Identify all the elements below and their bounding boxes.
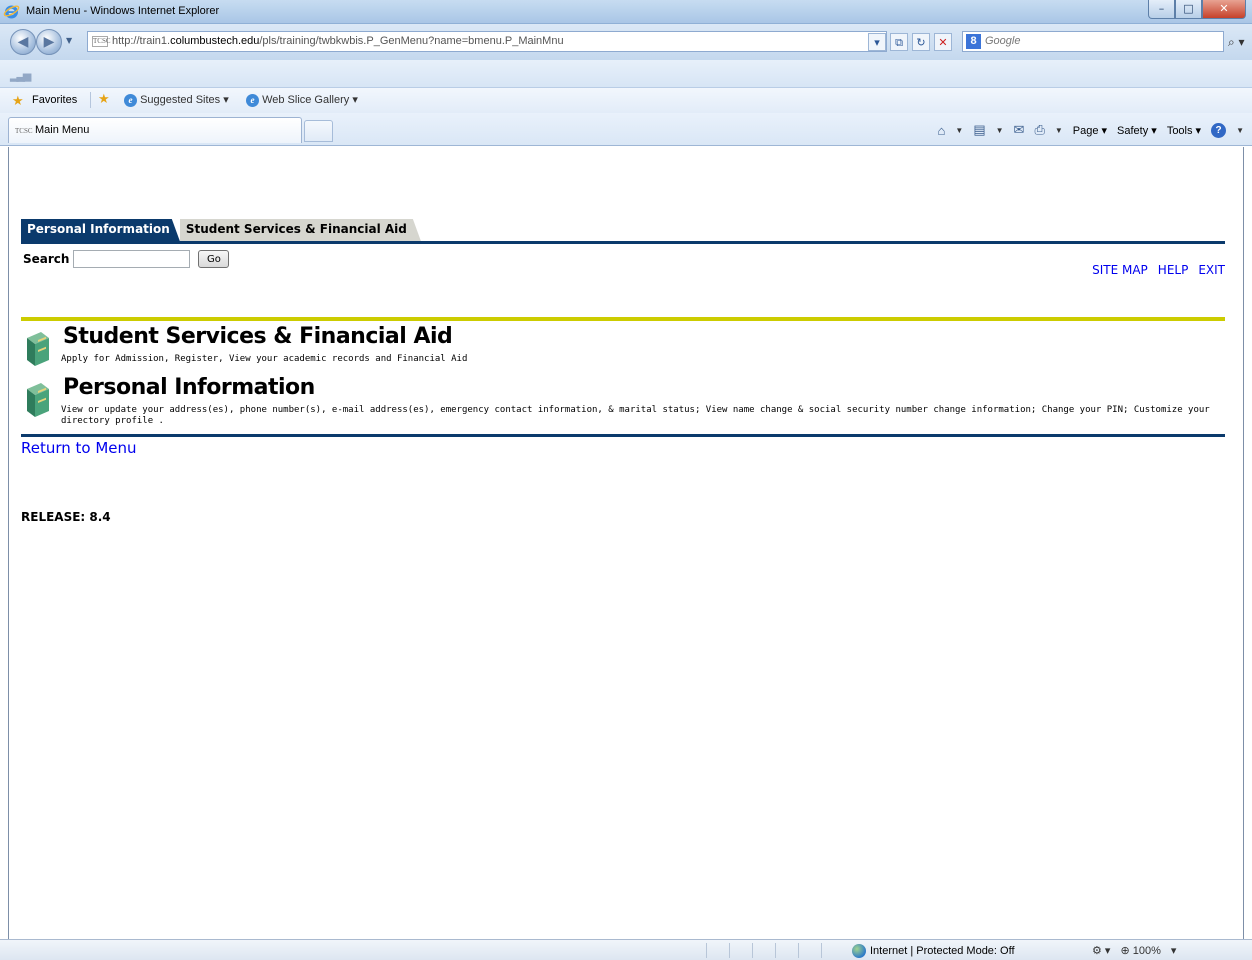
minimize-button[interactable]: – [1148, 0, 1175, 19]
window-controls: – □ ✕ [1148, 0, 1246, 19]
suggested-sites-link[interactable]: e Suggested Sites ▾ [124, 93, 229, 107]
refresh-icon[interactable]: ↻ [912, 33, 930, 51]
ie-page-icon: e [246, 94, 259, 107]
exit-link[interactable]: EXIT [1198, 263, 1225, 277]
compatibility-view-icon[interactable]: ⧉ [890, 33, 908, 51]
print-dropdown-icon[interactable]: ▼ [1055, 126, 1063, 135]
url-domain: columbustech.edu [170, 35, 260, 47]
window-title: Main Menu - Windows Internet Explorer [26, 5, 220, 17]
header-divider [21, 317, 1225, 321]
zoom-control[interactable]: ⊕ 100% [1120, 944, 1160, 957]
search-magnifier-icon[interactable]: ⌕ ▾ [1228, 35, 1245, 50]
browser-tab-bar: TCSC Main Menu ⌂ ▼ ▤ ▼ ✉ ⎙ ▼ Page ▾ Safety ▾… [0, 113, 1252, 146]
search-engine-placeholder: Google [985, 35, 1021, 47]
home-dropdown-icon[interactable]: ▼ [955, 126, 963, 135]
favorites-star-icon[interactable]: ★ [12, 93, 24, 109]
ie-page-icon: e [124, 94, 137, 107]
search-input[interactable] [73, 250, 191, 268]
tools-menu[interactable]: Tools ▾ [1167, 124, 1201, 137]
search-label: Search [23, 252, 70, 266]
internet-explorer-icon [3, 5, 20, 19]
url-prefix: http://train1. [112, 35, 171, 47]
address-dropdown-icon[interactable]: ▾ [868, 33, 886, 51]
favorites-button[interactable]: Favorites [32, 94, 77, 106]
address-bar-actions: ▾ ⧉ ↻ ✕ [868, 33, 952, 51]
security-zone[interactable]: Internet | Protected Mode: Off [852, 944, 1015, 958]
address-toolbar: ◀ ▶ ▼ TCSChttp://train1.columbustech.edu… [0, 24, 1252, 60]
back-arrow-icon: ◀ [17, 34, 29, 50]
status-bar: Internet | Protected Mode: Off ⚙ ▾ ⊕ 100… [0, 939, 1252, 960]
forward-button[interactable]: ▶ [36, 29, 62, 55]
maximize-button[interactable]: □ [1175, 0, 1202, 19]
web-slice-gallery-link[interactable]: e Web Slice Gallery ▾ [246, 93, 358, 107]
student-services-link[interactable]: Student Services & Financial Aid [63, 324, 453, 349]
history-dropdown-icon[interactable]: ▼ [66, 36, 72, 45]
command-bar: ⌂ ▼ ▤ ▼ ✉ ⎙ ▼ Page ▾ Safety ▾ Tools ▾ ? ▼ [938, 122, 1244, 138]
tab-student-services[interactable]: Student Services & Financial Aid [180, 219, 421, 241]
stop-icon[interactable]: ✕ [934, 33, 952, 51]
globe-icon [852, 944, 866, 958]
page-viewport: Personal Information Student Services & … [8, 147, 1244, 939]
toolbar-strip: ▂▃▅ [0, 60, 1252, 88]
status-right: ⚙ ▾ ⊕ 100% ▾ [1092, 944, 1176, 957]
help-dropdown-icon[interactable]: ▼ [1236, 126, 1244, 135]
tab-underline [21, 241, 1225, 244]
menu-item-description: View or update your address(es), phone n… [61, 405, 1210, 426]
go-button[interactable]: Go [198, 250, 230, 268]
feeds-dropdown-icon[interactable]: ▼ [996, 126, 1004, 135]
page-tabs: Personal Information Student Services & … [21, 219, 421, 241]
tab-personal-information[interactable]: Personal Information [21, 219, 180, 241]
favorites-bar: ★ Favorites ★ e Suggested Sites ▾ e Web … [0, 88, 1252, 113]
mail-icon[interactable]: ✉ [1014, 122, 1025, 138]
site-favicon: TCSC [92, 35, 111, 47]
forward-arrow-icon: ▶ [43, 34, 55, 50]
page-menu[interactable]: Page ▾ [1073, 124, 1107, 137]
window-titlebar: Main Menu - Windows Internet Explorer – … [0, 0, 1252, 24]
url-path: /pls/training/twbkwbis.P_GenMenu?name=bm… [259, 35, 564, 47]
add-favorite-icon[interactable]: ★ [98, 91, 110, 107]
browser-tab-label: Main Menu [35, 124, 90, 136]
feeds-icon[interactable]: ▤ [973, 122, 985, 138]
zoom-level: 100% [1132, 945, 1161, 957]
status-panels [706, 943, 844, 958]
top-links: SITE MAP HELP EXIT [1092, 263, 1225, 277]
search-engine-box[interactable]: 8 Google [962, 31, 1224, 52]
page-search: Search Go [23, 250, 230, 268]
site-favicon: TCSC [15, 127, 33, 135]
google-icon: 8 [966, 34, 981, 49]
help-link[interactable]: HELP [1158, 263, 1189, 277]
print-icon[interactable]: ⎙ [1034, 122, 1044, 138]
browser-tab-main-menu[interactable]: TCSC Main Menu [8, 117, 302, 143]
divider [90, 92, 91, 108]
back-button[interactable]: ◀ [10, 29, 36, 55]
help-icon[interactable]: ? [1211, 122, 1227, 138]
personal-information-link[interactable]: Personal Information [63, 375, 315, 400]
release-version: RELEASE: 8.4 [21, 510, 111, 524]
zone-settings-icon[interactable]: ⚙ ▾ [1092, 944, 1110, 957]
file-cabinet-icon[interactable] [23, 381, 51, 417]
file-cabinet-icon[interactable] [23, 330, 51, 366]
signal-bars-icon: ▂▃▅ [10, 69, 31, 82]
return-to-menu-link[interactable]: Return to Menu [21, 439, 137, 457]
site-map-link[interactable]: SITE MAP [1092, 263, 1148, 277]
home-icon[interactable]: ⌂ [938, 123, 946, 138]
new-tab-button[interactable] [304, 120, 333, 142]
safety-menu[interactable]: Safety ▾ [1117, 124, 1157, 137]
menu-item-description: Apply for Admission, Register, View your… [61, 354, 468, 364]
zoom-dropdown-icon[interactable]: ▾ [1171, 944, 1177, 957]
address-bar[interactable]: TCSChttp://train1.columbustech.edu/pls/t… [87, 31, 887, 52]
close-button[interactable]: ✕ [1202, 0, 1246, 19]
zone-label: Internet | Protected Mode: Off [870, 945, 1015, 957]
footer-divider [21, 434, 1225, 437]
